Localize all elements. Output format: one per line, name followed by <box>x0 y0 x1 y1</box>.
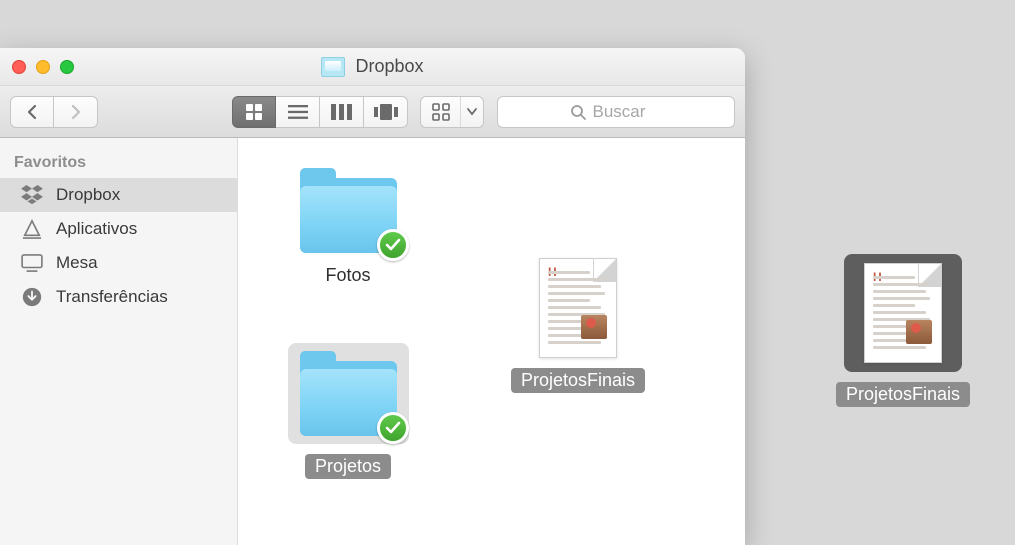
chevron-down-icon <box>467 108 477 116</box>
document-icon: H <box>864 263 942 363</box>
list-icon <box>288 104 308 120</box>
icon-view-button[interactable] <box>232 96 276 128</box>
document-item-projetosfinais[interactable]: H ProjetosFinais <box>518 258 638 393</box>
list-view-button[interactable] <box>276 96 320 128</box>
sidebar-item-desktop[interactable]: Mesa <box>0 246 237 280</box>
desktop-icon <box>20 252 44 274</box>
window-controls <box>12 60 74 74</box>
folder-icon <box>296 168 401 253</box>
document-icon: H <box>539 258 617 358</box>
sidebar-item-label: Mesa <box>56 253 98 273</box>
item-label: ProjetosFinais <box>511 368 645 393</box>
arrange-icon <box>432 103 450 121</box>
item-label: Fotos <box>315 263 380 288</box>
arrange-dropdown[interactable] <box>420 96 484 128</box>
window-title-text: Dropbox <box>355 56 423 77</box>
toolbar <box>0 86 745 138</box>
synced-badge-icon <box>377 412 409 444</box>
sidebar-section-header: Favoritos <box>0 150 237 178</box>
dropbox-icon <box>20 184 44 206</box>
titlebar[interactable]: Dropbox <box>0 48 745 86</box>
columns-icon <box>331 104 353 120</box>
synced-badge-icon <box>377 229 409 261</box>
search-field[interactable] <box>497 96 735 128</box>
sidebar-item-downloads[interactable]: Transferências <box>0 280 237 314</box>
chevron-right-icon <box>70 104 82 120</box>
sidebar-item-label: Transferências <box>56 287 168 307</box>
sidebar-item-dropbox[interactable]: Dropbox <box>0 178 237 212</box>
view-mode-buttons <box>232 96 408 128</box>
sidebar-item-label: Dropbox <box>56 185 120 205</box>
folder-item-projetos[interactable]: Projetos <box>288 343 408 479</box>
content-area[interactable]: Fotos H ProjetosFinais <box>238 138 745 545</box>
dropbox-folder-icon <box>321 57 345 77</box>
grid-icon <box>245 103 263 121</box>
sidebar: Favoritos Dropbox Aplicativos Mesa <box>0 138 238 545</box>
back-button[interactable] <box>10 96 54 128</box>
finder-window: Dropbox <box>0 48 745 545</box>
column-view-button[interactable] <box>320 96 364 128</box>
forward-button[interactable] <box>54 96 98 128</box>
nav-buttons <box>10 96 98 128</box>
item-label: ProjetosFinais <box>836 382 970 407</box>
chevron-left-icon <box>26 104 38 120</box>
window-title: Dropbox <box>0 56 745 77</box>
search-icon <box>570 104 586 120</box>
close-button[interactable] <box>12 60 26 74</box>
fullscreen-button[interactable] <box>60 60 74 74</box>
minimize-button[interactable] <box>36 60 50 74</box>
item-label: Projetos <box>305 454 391 479</box>
sidebar-item-applications[interactable]: Aplicativos <box>0 212 237 246</box>
folder-icon <box>296 351 401 436</box>
downloads-icon <box>20 286 44 308</box>
coverflow-icon <box>374 104 398 120</box>
apps-icon <box>20 218 44 240</box>
sidebar-item-label: Aplicativos <box>56 219 137 239</box>
desktop-file-projetosfinais[interactable]: H ProjetosFinais <box>836 254 970 407</box>
search-input[interactable] <box>593 102 663 122</box>
coverflow-view-button[interactable] <box>364 96 408 128</box>
